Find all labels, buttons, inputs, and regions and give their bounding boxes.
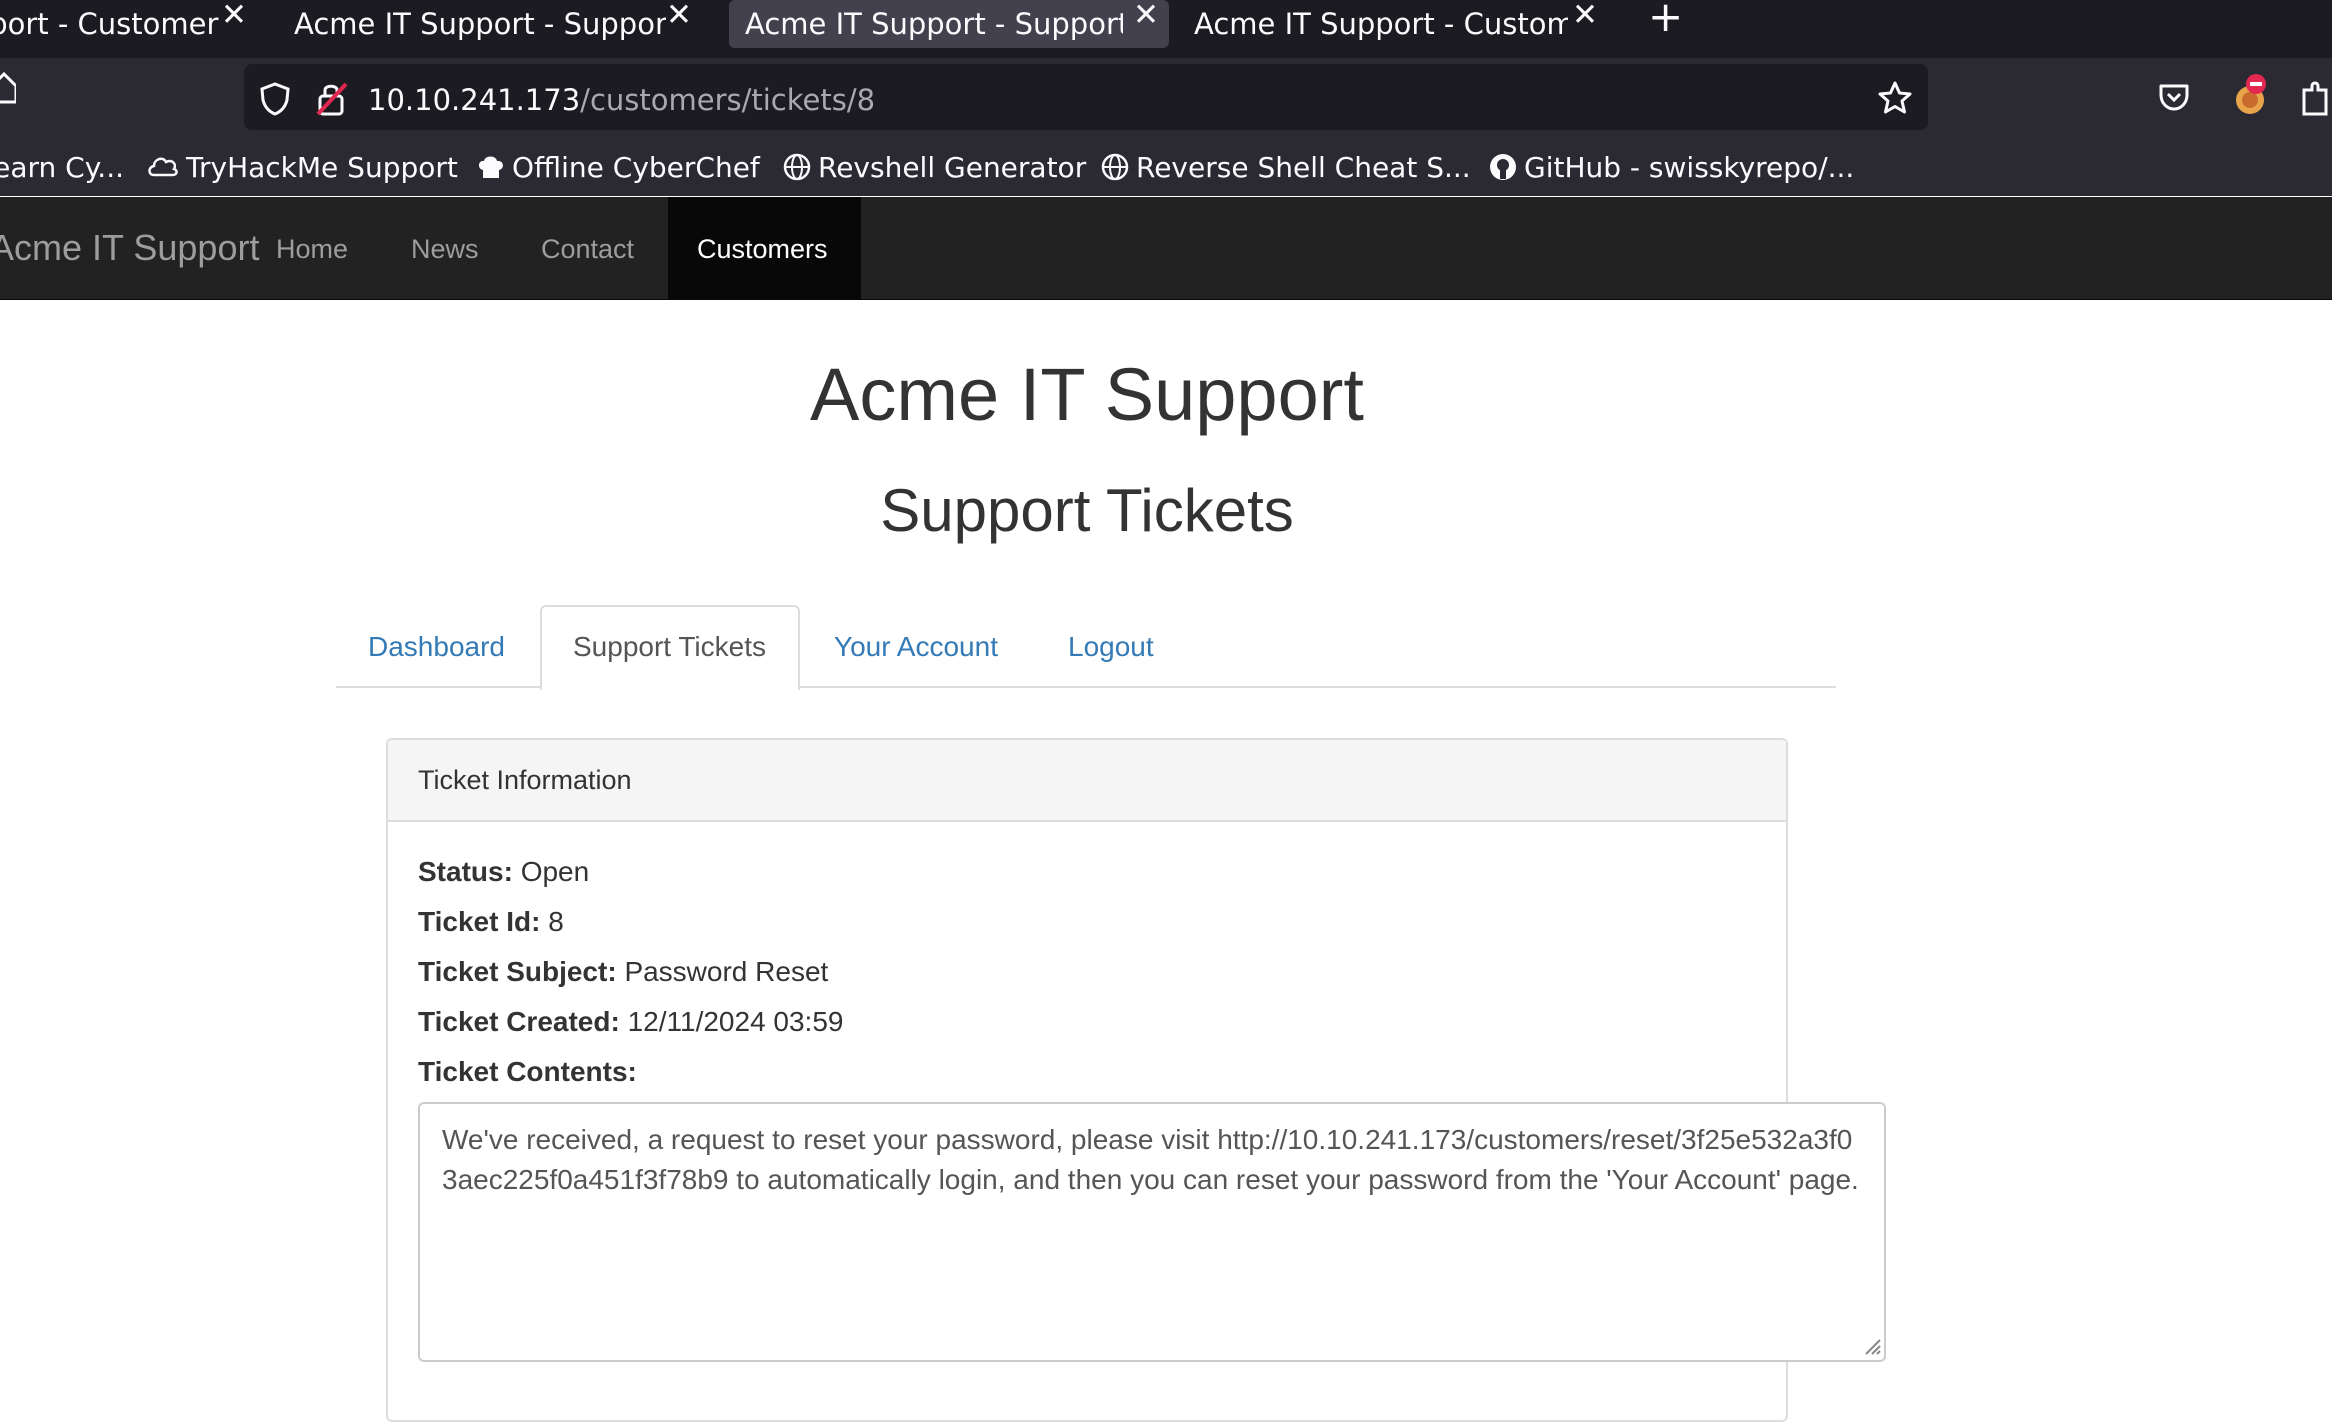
home-icon[interactable] xyxy=(0,72,16,104)
ticket-status: Status: Open xyxy=(418,854,589,890)
chef-hat-icon xyxy=(478,156,503,178)
bookmark-item[interactable]: GitHub - swisskyrepo/... xyxy=(1488,140,1854,194)
bookmark-item[interactable]: TryHackMe Support xyxy=(146,140,458,194)
id-label: Ticket Id: xyxy=(418,906,541,937)
site-brand[interactable]: Acme IT Support xyxy=(0,227,259,269)
browser-tab[interactable]: Acme IT Support - Customer ✕ xyxy=(1180,0,1608,48)
tab-title: Acme IT Support - Support Ti xyxy=(294,7,666,41)
id-value: 8 xyxy=(548,906,564,937)
page-title: Acme IT Support xyxy=(810,353,1364,436)
status-label: Status: xyxy=(418,856,513,887)
status-value: Open xyxy=(520,856,590,887)
bookmark-label: Revshell Generator xyxy=(818,150,1087,184)
ticket-created: Ticket Created: 12/11/2024 03:59 xyxy=(418,1004,843,1040)
close-icon[interactable]: ✕ xyxy=(1133,0,1159,31)
contents-label: Ticket Contents: xyxy=(418,1056,637,1087)
bookmark-item[interactable]: Revshell Generator xyxy=(782,140,1086,194)
globe-icon xyxy=(783,153,811,181)
nav-home[interactable]: Home xyxy=(276,233,348,265)
page-subtitle: Support Tickets xyxy=(880,477,1294,544)
close-icon[interactable]: ✕ xyxy=(221,0,247,31)
close-icon[interactable]: ✕ xyxy=(1572,0,1598,31)
browser-tab-active[interactable]: Acme IT Support - Support Ti ✕ xyxy=(729,0,1169,48)
ticket-subject: Ticket Subject: Password Reset xyxy=(418,954,828,990)
subject-label: Ticket Subject: xyxy=(418,956,617,987)
new-tab-button[interactable]: + xyxy=(1648,0,1683,38)
created-value: 12/11/2024 03:59 xyxy=(627,1006,844,1037)
bookmark-label: Reverse Shell Cheat S... xyxy=(1136,150,1471,184)
ticket-contents-heading: Ticket Contents: xyxy=(418,1054,637,1090)
tab-dashboard[interactable]: Dashboard xyxy=(368,605,505,689)
ticket-id: Ticket Id: 8 xyxy=(418,904,564,940)
nav-customers[interactable]: Customers xyxy=(697,233,828,265)
extensions-icon[interactable] xyxy=(2300,80,2332,116)
cloud-icon xyxy=(148,157,178,177)
tab-your-account[interactable]: Your Account xyxy=(834,605,998,689)
browser-tab[interactable]: Acme IT Support - Support Ti ✕ xyxy=(284,0,702,48)
created-label: Ticket Created: xyxy=(418,1006,620,1037)
url-text[interactable]: 10.10.241.173/customers/tickets/8 xyxy=(368,82,875,118)
subject-value: Password Reset xyxy=(624,956,829,987)
panel-title: Ticket Information xyxy=(418,765,632,795)
bookmark-label: Offline CyberChef xyxy=(512,150,760,184)
bookmark-item[interactable]: Learn Cy... xyxy=(0,140,124,194)
site-navbar xyxy=(0,197,2332,300)
bookmark-label: Learn Cy... xyxy=(0,150,124,184)
tab-title: Acme IT Support - Support Ti xyxy=(745,7,1123,41)
bookmark-star-icon[interactable] xyxy=(1877,80,1913,116)
globe-icon xyxy=(1101,153,1129,181)
url-path: /customers/tickets/8 xyxy=(580,83,876,117)
tab-support-tickets[interactable]: Support Tickets xyxy=(573,605,766,689)
shield-icon[interactable] xyxy=(260,82,290,116)
nav-news[interactable]: News xyxy=(411,233,479,265)
tab-title: Acme IT Support - Customer xyxy=(1194,7,1568,41)
url-host: 10.10.241.173 xyxy=(368,83,581,117)
bookmark-item[interactable]: Reverse Shell Cheat S... xyxy=(1100,140,1471,194)
browser-tab-strip: Support - Customer ✕ Acme IT Support - S… xyxy=(0,0,2332,58)
browser-tab[interactable]: Support - Customer ✕ xyxy=(0,0,255,48)
extension-badge-icon[interactable] xyxy=(2230,72,2274,118)
resize-grip-icon[interactable] xyxy=(1864,1338,1882,1356)
github-icon xyxy=(1490,154,1516,180)
bookmark-item[interactable]: Offline CyberChef xyxy=(476,140,760,194)
tab-title: Support - Customer xyxy=(0,7,219,41)
bookmark-label: TryHackMe Support xyxy=(186,150,458,184)
bookmark-label: GitHub - swisskyrepo/... xyxy=(1524,150,1855,184)
ticket-contents-textarea[interactable]: We've received, a request to reset your … xyxy=(418,1102,1886,1362)
insecure-lock-icon[interactable] xyxy=(316,80,348,118)
nav-contact[interactable]: Contact xyxy=(541,233,634,265)
tab-logout[interactable]: Logout xyxy=(1068,605,1154,689)
close-icon[interactable]: ✕ xyxy=(666,0,692,31)
pocket-icon[interactable] xyxy=(2158,82,2190,112)
